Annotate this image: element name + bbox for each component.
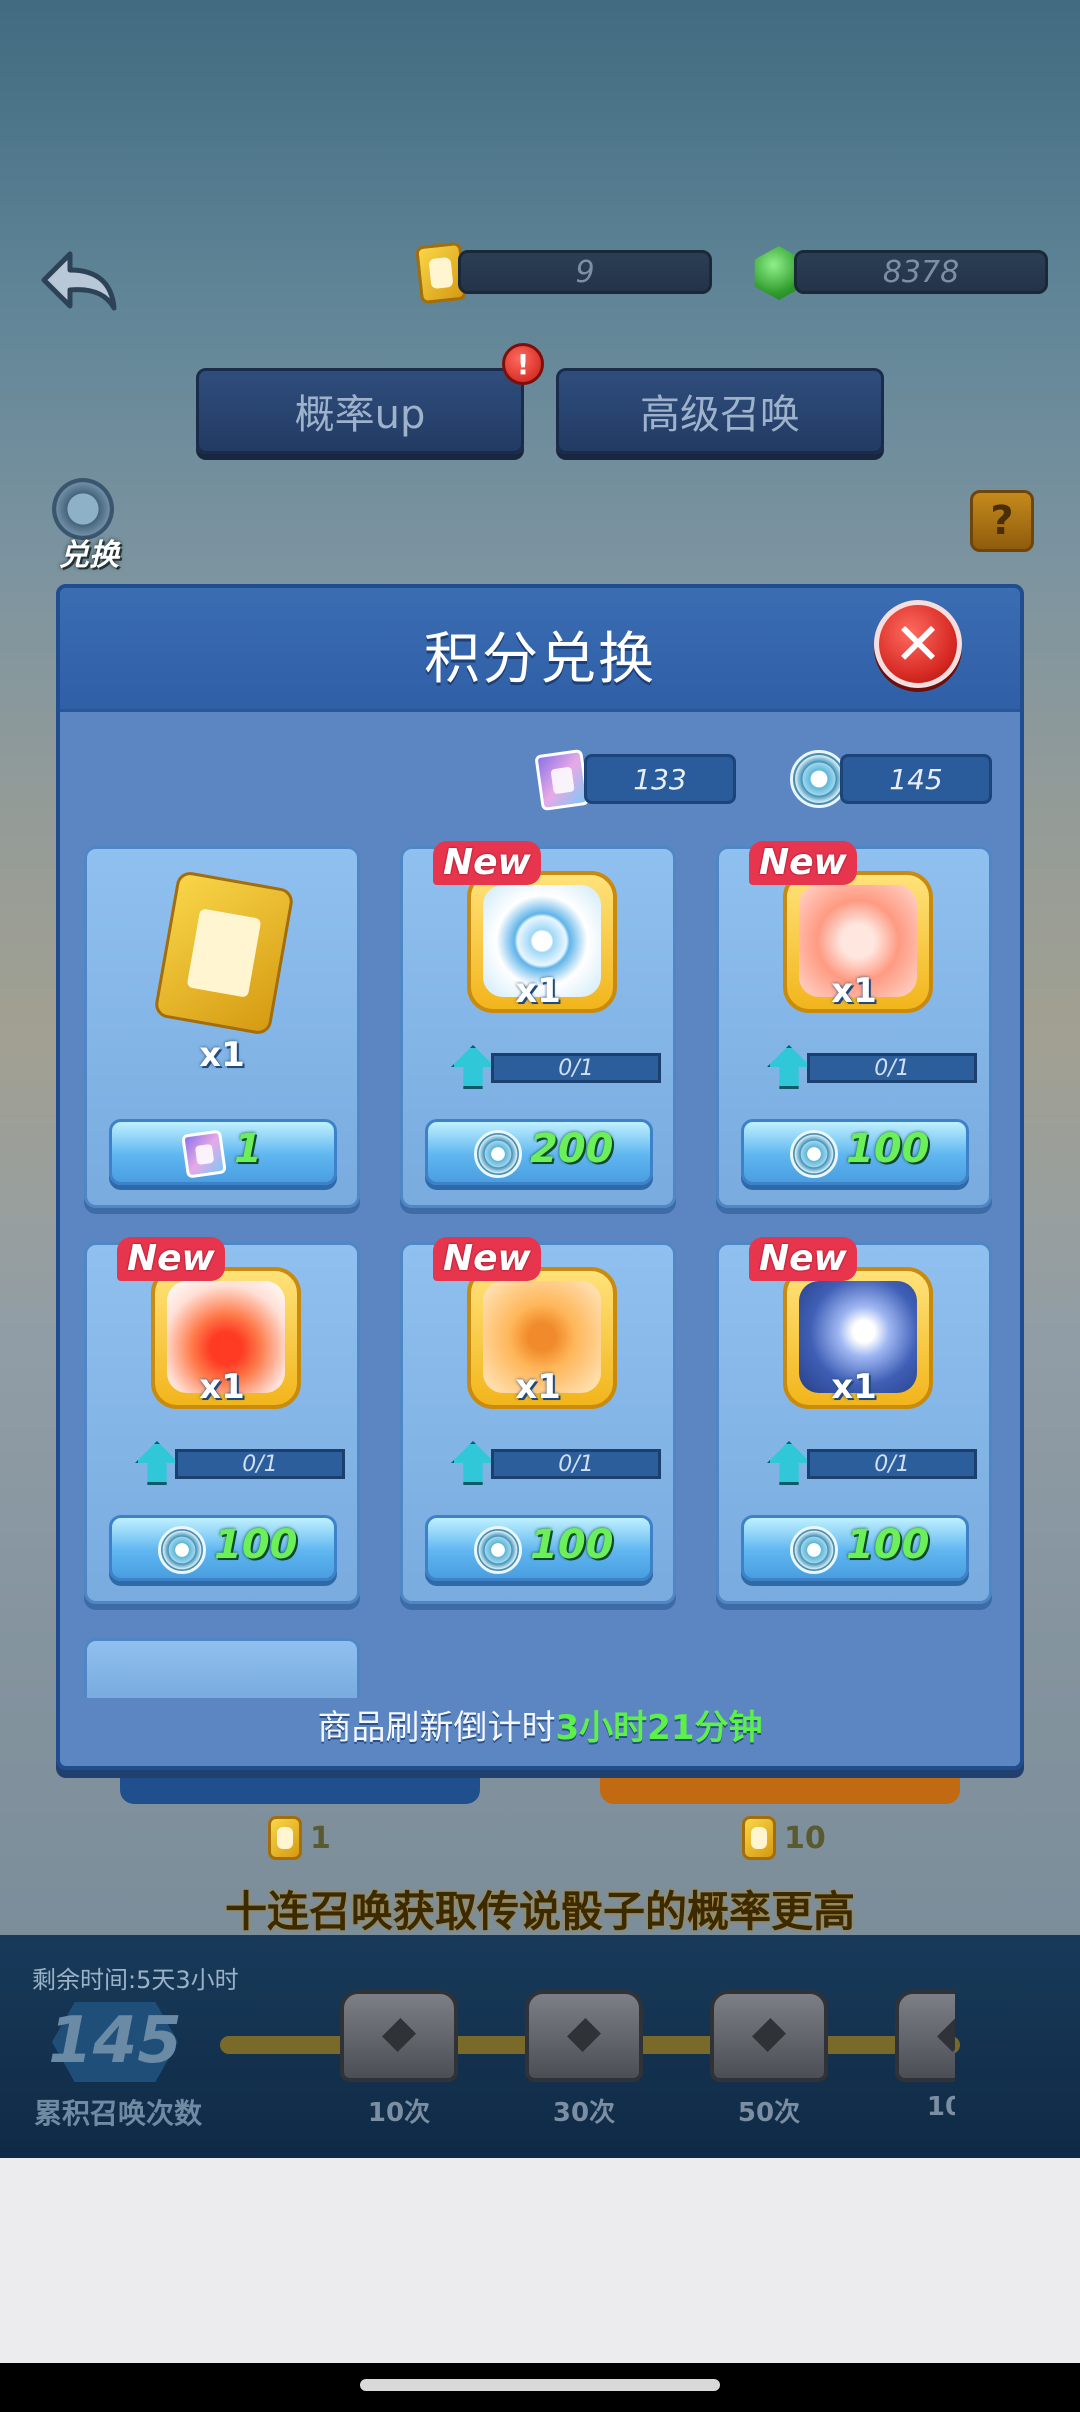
purchase-limit: 0/1	[135, 1441, 345, 1485]
new-badge: New	[433, 841, 541, 885]
tab-advanced-summon[interactable]: 高级召唤	[556, 368, 884, 454]
item-card[interactable]: x1 0/1 New 200	[400, 841, 676, 1208]
points-coin-icon	[474, 1130, 522, 1178]
tab-advanced-summon-label: 高级召唤	[640, 392, 800, 438]
up-arrow-icon	[451, 1441, 495, 1485]
milestone-label: 10次	[367, 2098, 431, 2128]
milestone-clip: 100	[895, 1980, 955, 2120]
purchase-limit: 0/1	[451, 1045, 661, 1089]
tab-rate-up-label: 概率up	[294, 392, 426, 438]
purchase-limit-bar: 0/1	[491, 1053, 661, 1083]
milestone-label: 30次	[552, 2098, 616, 2128]
purchase-limit: 0/1	[767, 1045, 977, 1089]
item-qty: x1	[831, 971, 877, 1011]
bottom-blank-area	[0, 2158, 1080, 2363]
milestone-chest-3[interactable]	[710, 1990, 828, 2082]
purchase-limit-bar: 0/1	[175, 1449, 345, 1479]
points-coin-icon	[790, 1526, 838, 1574]
points-coin-icon	[158, 1526, 206, 1574]
buy-button[interactable]: 100	[109, 1515, 337, 1581]
single-summon-cost: 1	[268, 1816, 331, 1860]
new-badge: New	[117, 1237, 225, 1281]
price-value: 200	[530, 1126, 614, 1172]
refresh-time: 3小时21分钟	[555, 1708, 763, 1748]
item-qty: x1	[831, 1367, 877, 1407]
item-qty: x1	[199, 1035, 245, 1075]
item-qty: x1	[515, 971, 561, 1011]
price-value: 100	[530, 1522, 614, 1568]
milestone-chest-4[interactable]	[895, 1990, 955, 2082]
milestone-chest-1[interactable]	[340, 1990, 458, 2082]
ten-summon-cost: 10	[742, 1816, 826, 1860]
dice-card-counter: 9	[458, 250, 712, 294]
exchange-side-button[interactable]: 兑换	[44, 478, 124, 573]
new-badge: New	[433, 1237, 541, 1281]
up-arrow-icon	[767, 1045, 811, 1089]
buy-button[interactable]: 100	[741, 1119, 969, 1185]
price-value: 100	[214, 1522, 298, 1568]
item-card[interactable]: x1 0/1 New 100	[84, 1237, 360, 1604]
alert-badge: !	[502, 343, 544, 385]
purchase-limit: 0/1	[767, 1441, 977, 1485]
exchange-side-label: 兑换	[59, 538, 119, 573]
gem-counter: 8378	[794, 250, 1048, 294]
item-card[interactable]: x1 1	[84, 846, 360, 1208]
buy-button[interactable]: 100	[741, 1515, 969, 1581]
refresh-label: 商品刷新倒计时	[317, 1708, 556, 1748]
milestone-label: 50次	[737, 2098, 801, 2128]
close-icon: ✕	[893, 610, 943, 678]
total-summon-count: 145	[48, 2004, 182, 2078]
up-arrow-icon	[135, 1441, 179, 1485]
dice-card-count: 9	[575, 254, 595, 290]
close-button[interactable]: ✕	[874, 600, 962, 688]
item-card[interactable]: x1 0/1 New 100	[400, 1237, 676, 1604]
purchase-limit-bar: 0/1	[807, 1449, 977, 1479]
ticket-icon	[181, 1129, 227, 1179]
price-value: 100	[846, 1522, 930, 1568]
gem-count: 8378	[882, 254, 960, 290]
up-arrow-icon	[451, 1045, 495, 1089]
price-value: 1	[234, 1126, 262, 1172]
back-arrow-icon[interactable]	[40, 248, 118, 314]
milestone-chest-2[interactable]	[525, 1990, 643, 2082]
home-indicator[interactable]	[360, 2379, 720, 2391]
ticket-icon	[534, 748, 590, 812]
purchase-limit-bar: 0/1	[807, 1053, 977, 1083]
points-coin-icon	[790, 1130, 838, 1178]
item-card[interactable]: x1 0/1 New 100	[716, 1237, 992, 1604]
item-card-partial[interactable]	[84, 1638, 360, 1698]
dice-card-icon	[268, 1816, 302, 1860]
up-arrow-icon	[767, 1441, 811, 1485]
new-badge: New	[749, 1237, 857, 1281]
ten-summon-button[interactable]	[600, 1768, 960, 1804]
new-badge: New	[749, 841, 857, 885]
tab-rate-up[interactable]: 概率up	[196, 368, 524, 454]
refresh-countdown: 商品刷新倒计时3小时21分钟	[56, 1700, 1024, 1749]
remaining-time: 剩余时间:5天3小时	[32, 1966, 239, 1994]
points-balance: 145	[840, 754, 992, 804]
points-coin-icon	[474, 1526, 522, 1574]
ticket-balance: 133	[584, 754, 736, 804]
price-value: 100	[846, 1126, 930, 1172]
item-card[interactable]: x1 0/1 New 100	[716, 841, 992, 1208]
buy-button[interactable]: 200	[425, 1119, 653, 1185]
single-summon-button[interactable]	[120, 1768, 480, 1804]
purchase-limit: 0/1	[451, 1441, 661, 1485]
buy-button[interactable]: 100	[425, 1515, 653, 1581]
milestone-label: 100	[926, 2092, 955, 2120]
total-summon-label: 累积召唤次数	[34, 2097, 203, 2130]
item-qty: x1	[199, 1367, 245, 1407]
purchase-limit-bar: 0/1	[491, 1449, 661, 1479]
item-qty: x1	[515, 1367, 561, 1407]
buy-button[interactable]: 1	[109, 1119, 337, 1185]
dice-card-icon	[153, 869, 295, 1037]
summon-headline: 十连召唤获取传说骰子的概率更高	[224, 1887, 855, 1936]
dice-card-icon	[742, 1816, 776, 1860]
help-button[interactable]: ?	[970, 490, 1034, 552]
